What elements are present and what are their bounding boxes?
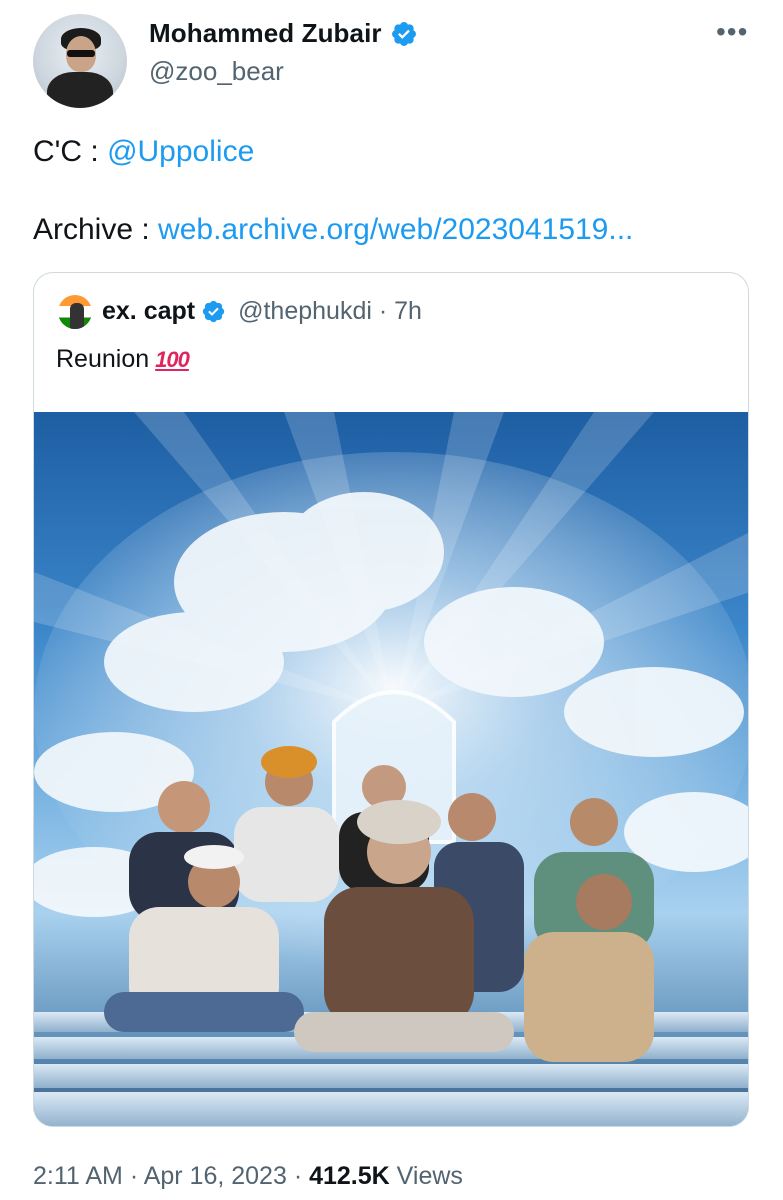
tweet-text-archive: Archive : web.archive.org/web/2023041519… — [33, 212, 633, 248]
tweet-footer: 2:11 AM · Apr 16, 2023 · 412.5K Views — [33, 1162, 463, 1191]
quoted-avatar[interactable] — [58, 295, 92, 329]
quoted-tweet-card[interactable]: ex. capt @thephukdi · 7h Reunion 100 — [33, 272, 749, 1127]
quoted-text-body: Reunion — [56, 345, 150, 373]
views-label: Views — [389, 1162, 463, 1190]
hundred-points-emoji: 100 — [155, 346, 190, 372]
cc-prefix: C'C : — [33, 135, 108, 168]
author-avatar[interactable] — [33, 14, 127, 108]
avatar-sunglasses — [67, 50, 95, 57]
archive-link[interactable]: web.archive.org/web/2023041519... — [158, 213, 633, 246]
quoted-header: ex. capt @thephukdi · 7h — [102, 297, 422, 326]
timestamp[interactable]: 2:11 AM · Apr 16, 2023 · — [33, 1162, 309, 1190]
quoted-display-name[interactable]: ex. capt — [102, 297, 195, 326]
views-count: 412.5K — [309, 1162, 390, 1190]
quoted-text: Reunion 100 — [56, 345, 190, 374]
heaven-scene-illustration — [34, 412, 748, 1126]
quoted-avatar-silhouette — [70, 303, 84, 329]
archive-prefix: Archive : — [33, 213, 159, 246]
author-name-row: Mohammed Zubair — [149, 18, 418, 49]
verified-badge-icon — [202, 300, 225, 323]
tweet-text-cc: C'C : @Uppolice — [33, 134, 254, 170]
author-handle[interactable]: @zoo_bear — [149, 56, 284, 87]
mention-link[interactable]: @Uppolice — [107, 135, 254, 168]
verified-badge-icon — [391, 21, 416, 46]
more-options-icon[interactable]: ••• — [716, 16, 748, 48]
author-display-name[interactable]: Mohammed Zubair — [149, 18, 382, 49]
avatar-body — [47, 72, 113, 108]
quoted-handle-time[interactable]: @thephukdi · 7h — [238, 297, 422, 326]
quoted-image[interactable] — [34, 412, 748, 1126]
